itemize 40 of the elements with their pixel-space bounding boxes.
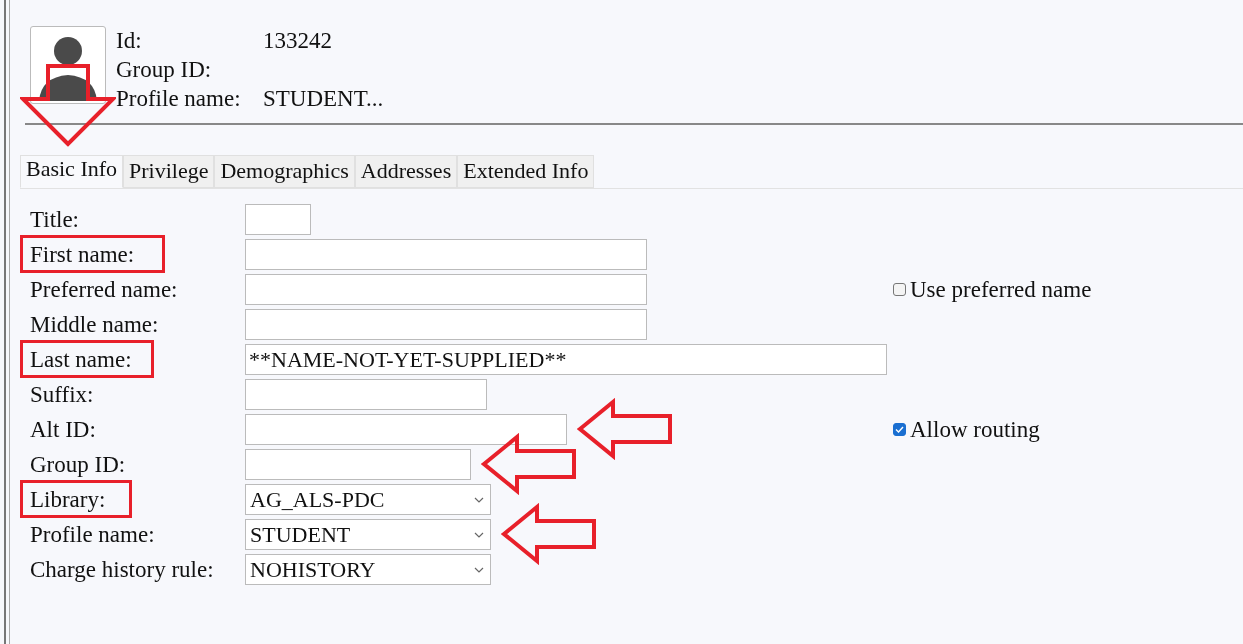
field-label: Id: (116, 27, 143, 55)
field-label: Charge history rule: (30, 556, 214, 582)
id-value: 133242 (263, 27, 333, 55)
field-label: Suffix: (30, 381, 94, 407)
profile-value: STUDENT... (263, 85, 384, 113)
text-field[interactable] (245, 274, 647, 305)
tab[interactable]: Extended Info (457, 155, 595, 188)
text-field[interactable] (245, 449, 471, 480)
text-field[interactable] (245, 239, 647, 270)
field-label: Middle name: (30, 311, 159, 337)
checkbox[interactable] (893, 283, 906, 296)
field-label: Group ID: (30, 451, 126, 477)
caret-icon (474, 496, 484, 503)
field-label: Profile name: (30, 521, 155, 547)
text-field[interactable] (245, 414, 567, 445)
tab[interactable]: Privilege (123, 155, 215, 188)
text-field[interactable] (245, 309, 647, 340)
field-label: Profile name: (116, 85, 242, 113)
checkbox-label: Use preferred name (910, 276, 1092, 303)
tab[interactable]: Basic Info (20, 155, 124, 188)
checkbox[interactable] (893, 423, 906, 436)
field-label: Library: (30, 486, 106, 512)
tab[interactable]: Demographics (214, 155, 355, 188)
dropdown[interactable]: AG_ALS-PDC (245, 484, 491, 515)
caret-icon (474, 531, 484, 538)
dropdown[interactable]: NOHISTORY (245, 554, 491, 585)
text-field[interactable] (245, 379, 487, 410)
checkbox-label: Allow routing (910, 416, 1040, 443)
field-label: Title: (30, 206, 79, 232)
field-label: Preferred name: (30, 276, 178, 302)
field-label: Last name: (30, 346, 132, 372)
field-label: Group ID: (116, 56, 213, 84)
dropdown[interactable]: STUDENT (245, 519, 491, 550)
avatar-icon (30, 26, 106, 104)
caret-icon (474, 566, 484, 573)
field-label: Alt ID: (30, 416, 96, 442)
field-label: First name: (30, 241, 135, 267)
text-field[interactable]: **NAME-NOT-YET-SUPPLIED** (245, 344, 887, 375)
tab[interactable]: Addresses (354, 155, 458, 188)
text-field[interactable] (245, 204, 311, 235)
